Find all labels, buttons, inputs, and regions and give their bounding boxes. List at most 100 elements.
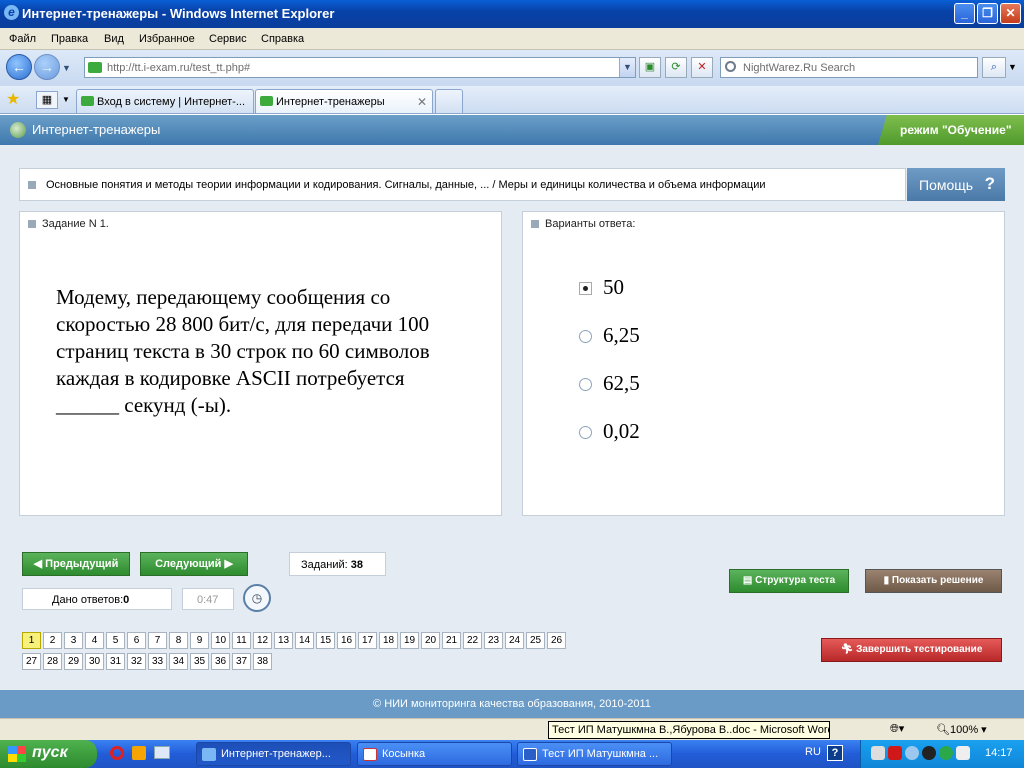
question-number-button[interactable]: 36 — [211, 653, 230, 670]
menu-edit[interactable]: Правка — [51, 33, 88, 45]
finish-test-button[interactable]: 🏃︎ Завершить тестирование — [821, 638, 1002, 662]
prev-button[interactable]: ◀ Предыдущий — [22, 552, 130, 576]
radio-icon[interactable] — [579, 426, 592, 439]
stop-icon[interactable]: ✕ — [691, 57, 713, 78]
compatibility-icon[interactable]: ▣ — [639, 57, 661, 78]
update-icon[interactable] — [939, 746, 953, 760]
mode-badge: режим "Обучение" — [878, 115, 1024, 145]
tooltip: Тест ИП Матушкмна В.,Ябурова В..doc - Mi… — [548, 721, 830, 739]
question-number-button[interactable]: 31 — [106, 653, 125, 670]
question-number-button[interactable]: 30 — [85, 653, 104, 670]
tab-trainers[interactable]: Интернет-тренажеры ✕ — [255, 89, 433, 113]
question-number-button[interactable]: 20 — [421, 632, 440, 649]
start-button[interactable]: пуск — [0, 740, 97, 768]
question-number-button[interactable]: 6 — [127, 632, 146, 649]
next-button[interactable]: Следующий ▶ — [140, 552, 248, 576]
question-number-button[interactable]: 37 — [232, 653, 251, 670]
question-number-button[interactable]: 23 — [484, 632, 503, 649]
question-number-button[interactable]: 29 — [64, 653, 83, 670]
menu-help[interactable]: Справка — [261, 33, 304, 45]
volume-icon[interactable] — [905, 746, 919, 760]
network-icon[interactable] — [871, 746, 885, 760]
question-number-button[interactable]: 13 — [274, 632, 293, 649]
question-number-button[interactable]: 28 — [43, 653, 62, 670]
device-icon[interactable] — [956, 746, 970, 760]
radio-selected-icon[interactable] — [579, 282, 592, 295]
taskbar-item-solitaire[interactable]: Косынка — [357, 742, 512, 766]
question-number-button[interactable]: 7 — [148, 632, 167, 649]
question-number-button[interactable]: 17 — [358, 632, 377, 649]
question-number-button[interactable]: 35 — [190, 653, 209, 670]
taskbar-item-word[interactable]: Тест ИП Матушкмна ... — [517, 742, 672, 766]
address-dropdown-icon[interactable]: ▼ — [619, 58, 635, 77]
taskbar-item-ie[interactable]: Интернет-тренажер... — [196, 742, 351, 766]
menu-view[interactable]: Вид — [104, 33, 124, 45]
question-number-button[interactable]: 18 — [379, 632, 398, 649]
question-number-button[interactable]: 14 — [295, 632, 314, 649]
question-number-button[interactable]: 26 — [547, 632, 566, 649]
radio-icon[interactable] — [579, 330, 592, 343]
language-indicator[interactable]: RU — [805, 746, 821, 758]
question-number-button[interactable]: 25 — [526, 632, 545, 649]
maximize-button[interactable]: ❐ — [977, 3, 998, 24]
minimize-button[interactable]: _ — [954, 3, 975, 24]
help-icon[interactable]: ? — [827, 745, 843, 761]
radio-icon[interactable] — [579, 378, 592, 391]
clock-time: 14:17 — [985, 747, 1013, 759]
history-dropdown-icon[interactable]: ▼ — [62, 63, 71, 73]
address-bar[interactable]: http://tt.i-exam.ru/test_tt.php# ▼ — [84, 57, 636, 78]
question-number-button[interactable]: 33 — [148, 653, 167, 670]
question-number-button[interactable]: 10 — [211, 632, 230, 649]
search-options-icon[interactable]: ▼ — [1008, 62, 1017, 72]
question-number-button[interactable]: 16 — [337, 632, 356, 649]
question-number-button[interactable]: 4 — [85, 632, 104, 649]
help-button[interactable]: Помощь ? — [907, 168, 1005, 201]
favorites-star-icon[interactable]: ★ — [6, 89, 20, 109]
question-number-button[interactable]: 3 — [64, 632, 83, 649]
question-number-button[interactable]: 9 — [190, 632, 209, 649]
show-solution-button[interactable]: ▮ Показать решение — [865, 569, 1002, 593]
menu-favorites[interactable]: Избранное — [139, 33, 195, 45]
question-number-button[interactable]: 5 — [106, 632, 125, 649]
question-number-button[interactable]: 27 — [22, 653, 41, 670]
back-arrow-icon[interactable]: ← — [6, 54, 32, 80]
quick-tabs-icon[interactable]: ▦ — [36, 91, 58, 109]
menu-file[interactable]: Файл — [9, 33, 36, 45]
search-icon[interactable]: ⌕ — [982, 57, 1006, 78]
zoom-level[interactable]: 🔍︎100% ▾ — [936, 723, 987, 736]
antivirus-icon[interactable] — [888, 746, 902, 760]
close-button[interactable]: ✕ — [1000, 3, 1021, 24]
question-number-button[interactable]: 22 — [463, 632, 482, 649]
question-number-button[interactable]: 24 — [505, 632, 524, 649]
search-input[interactable]: NightWarez.Ru Search — [720, 57, 978, 78]
tab-login[interactable]: Вход в систему | Интернет-... — [76, 89, 254, 113]
test-structure-button[interactable]: ▤ Структура теста — [729, 569, 849, 593]
tab-list-icon[interactable]: ▼ — [62, 95, 70, 104]
question-number-button[interactable]: 34 — [169, 653, 188, 670]
show-desktop-icon[interactable] — [154, 746, 170, 759]
forward-arrow-icon[interactable]: → — [34, 54, 60, 80]
tab-bar: ★ ▦ ▼ Вход в систему | Интернет-... Инте… — [0, 86, 1024, 114]
question-number-button[interactable]: 11 — [232, 632, 251, 649]
question-number-button[interactable]: 38 — [253, 653, 272, 670]
question-number-button[interactable]: 19 — [400, 632, 419, 649]
prev-label: Предыдущий — [45, 558, 119, 570]
opera-icon[interactable] — [110, 746, 124, 760]
question-number-button[interactable]: 8 — [169, 632, 188, 649]
system-tray: 14:17 — [860, 740, 1024, 768]
media-icon[interactable] — [922, 746, 936, 760]
question-number-button[interactable]: 32 — [127, 653, 146, 670]
security-zone-icon[interactable]: 🌐︎▾ — [890, 722, 904, 736]
menu-tools[interactable]: Сервис — [209, 33, 247, 45]
close-tab-icon[interactable]: ✕ — [417, 95, 427, 109]
question-number-button[interactable]: 1 — [22, 632, 41, 649]
question-number-button[interactable]: 21 — [442, 632, 461, 649]
runner-icon: 🏃︎ — [840, 644, 857, 655]
app-launcher-icon[interactable] — [132, 746, 146, 760]
question-number-button[interactable]: 15 — [316, 632, 335, 649]
question-number-button[interactable]: 2 — [43, 632, 62, 649]
answers-given-label: Дано ответов: — [52, 594, 124, 606]
new-tab-button[interactable] — [435, 89, 463, 113]
refresh-icon[interactable]: ⟳ — [665, 57, 687, 78]
question-number-button[interactable]: 12 — [253, 632, 272, 649]
